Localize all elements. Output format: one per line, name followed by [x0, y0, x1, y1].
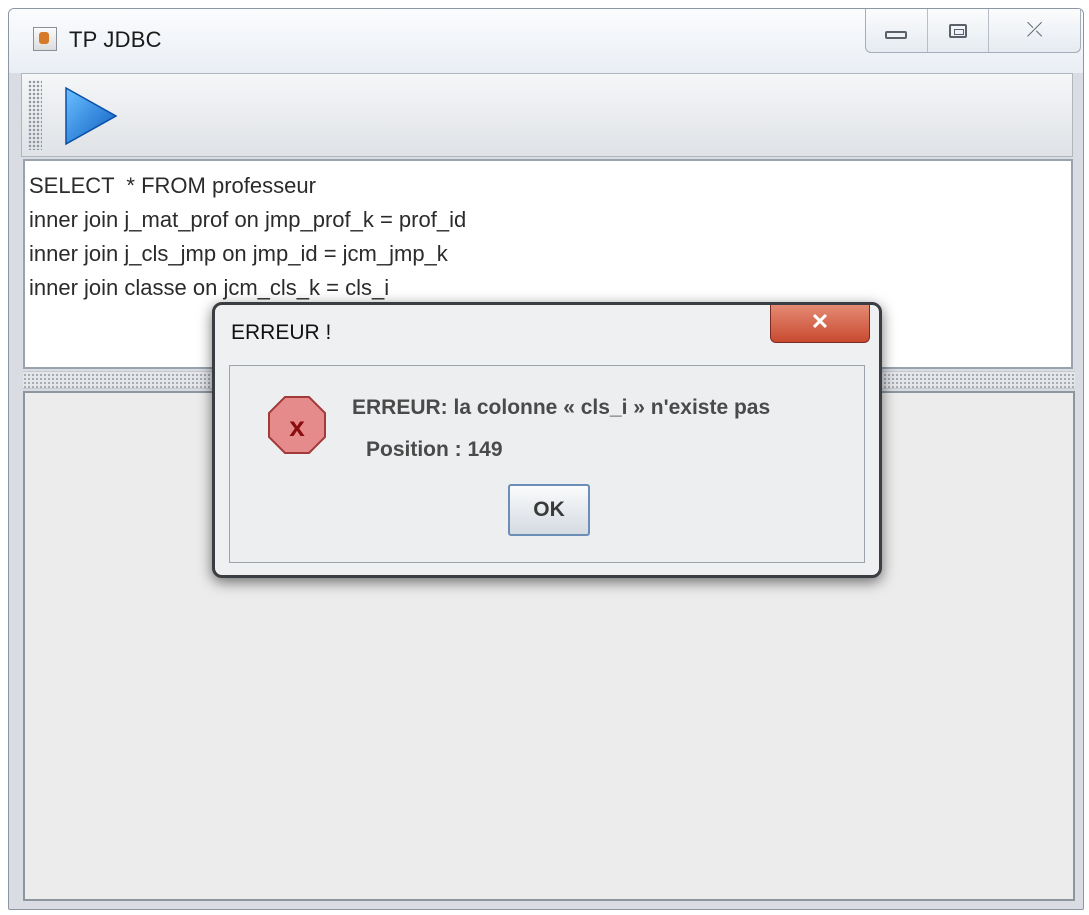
java-app-icon	[33, 27, 57, 51]
error-icon: x	[268, 396, 326, 454]
close-icon: ⤫	[1026, 19, 1043, 41]
minimize-icon	[885, 30, 908, 39]
sql-line: SELECT * FROM professeur	[29, 173, 316, 198]
window-title: TP JDBC	[69, 27, 162, 52]
sql-line: inner join j_cls_jmp on jmp_id = jcm_jmp…	[29, 241, 448, 266]
title-bar[interactable]: TP JDBC ⤫	[9, 9, 1083, 73]
close-window-button[interactable]: ⤫	[989, 9, 1080, 52]
sql-line: inner join classe on jcm_cls_k = cls_i	[29, 275, 390, 300]
dialog-close-button[interactable]: ✕	[770, 305, 870, 343]
dialog-body: x ERREUR: la colonne « cls_i » n'existe …	[229, 365, 865, 563]
toolbar	[21, 73, 1073, 157]
run-query-button[interactable]	[60, 84, 120, 148]
play-icon	[65, 86, 118, 146]
maximize-button[interactable]	[928, 9, 990, 52]
error-dialog: ERREUR ! ✕ x ERREUR: la colonne « cls_i …	[212, 302, 882, 578]
ok-button[interactable]: OK	[508, 484, 590, 536]
minimize-button[interactable]	[866, 9, 928, 52]
svg-text:x: x	[289, 411, 305, 442]
maximize-icon	[948, 23, 967, 38]
sql-line: inner join j_mat_prof on jmp_prof_k = pr…	[29, 207, 467, 232]
toolbar-grip[interactable]	[28, 80, 42, 150]
sql-text: SELECT * FROM professeur inner join j_ma…	[29, 169, 466, 305]
window-controls: ⤫	[865, 9, 1081, 53]
dialog-title: ERREUR !	[231, 321, 332, 344]
error-position: Position : 149	[366, 438, 503, 461]
close-icon: ✕	[810, 309, 830, 334]
error-message: ERREUR: la colonne « cls_i » n'existe pa…	[352, 396, 771, 419]
